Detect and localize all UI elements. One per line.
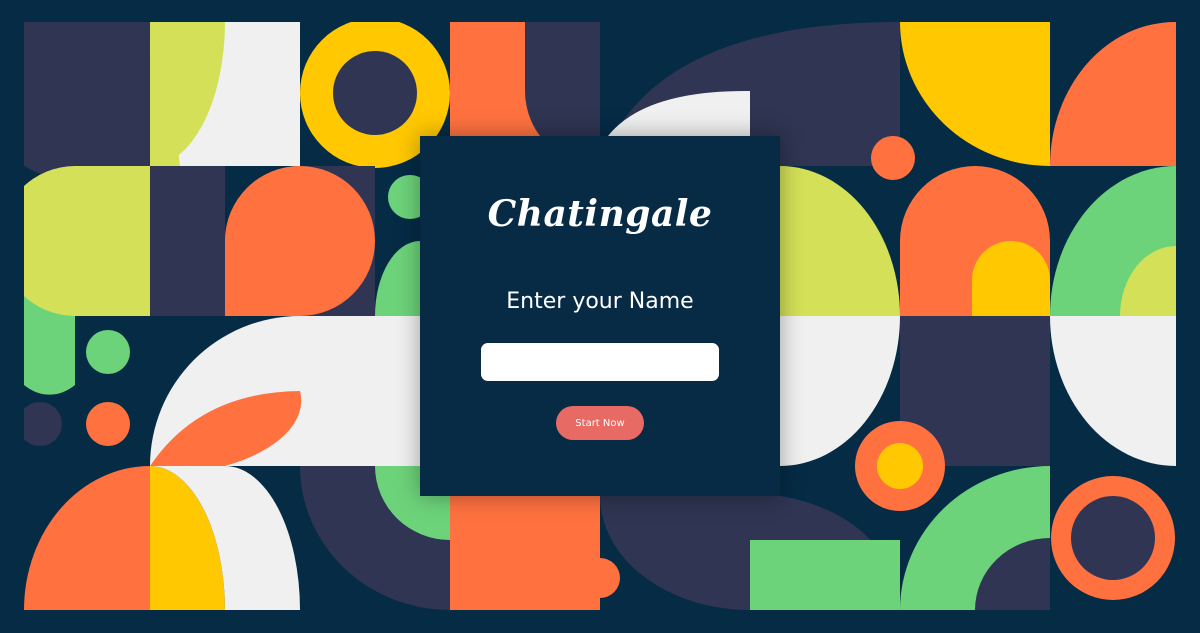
app-logo-title: Chatingale xyxy=(487,193,713,235)
name-input[interactable] xyxy=(481,343,719,381)
login-card: Chatingale Enter your Name Start Now xyxy=(420,136,780,496)
name-prompt-label: Enter your Name xyxy=(506,289,694,314)
start-now-button[interactable]: Start Now xyxy=(556,406,644,440)
